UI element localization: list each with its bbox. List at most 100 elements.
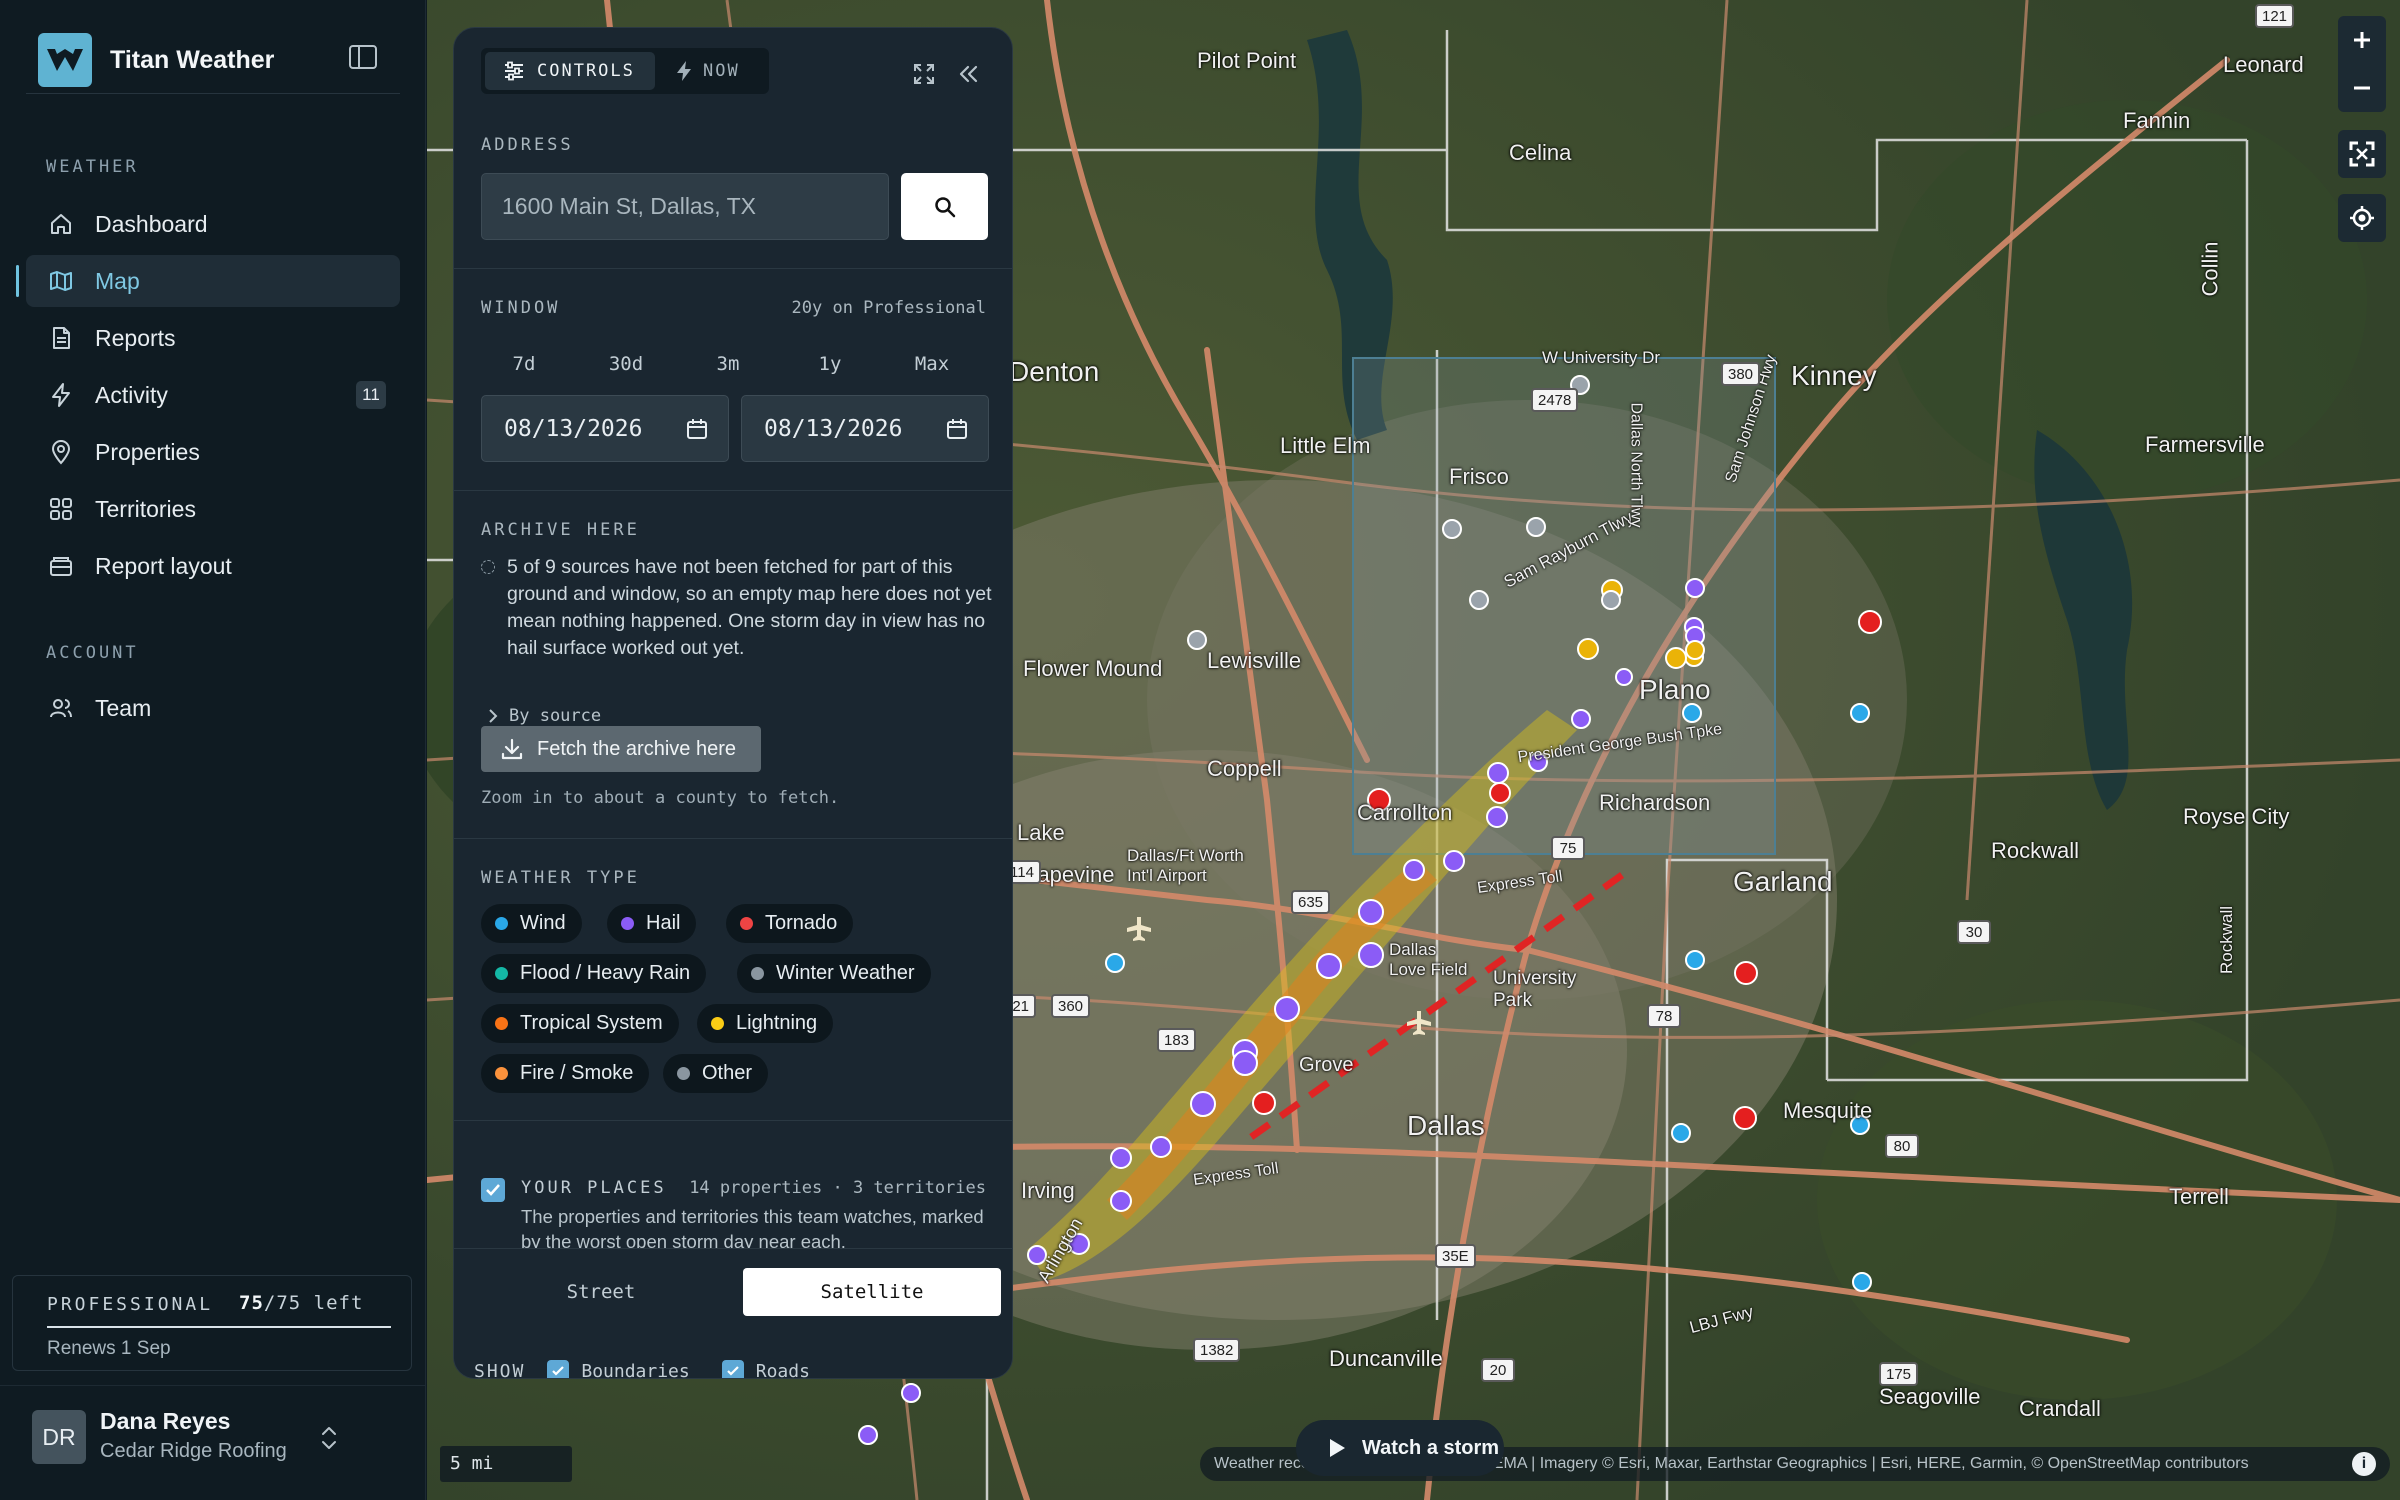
chip-wind[interactable]: Wind bbox=[481, 904, 582, 943]
weather-type-label: WEATHER TYPE bbox=[481, 868, 640, 888]
chip-label: Flood / Heavy Rain bbox=[520, 962, 691, 984]
sidebar-collapse-icon[interactable] bbox=[348, 44, 378, 70]
archive-label: ARCHIVE HERE bbox=[481, 520, 640, 540]
chip-winter-weather[interactable]: Winter Weather bbox=[737, 954, 931, 993]
place-label: Pilot Point bbox=[1197, 48, 1297, 73]
calendar-icon[interactable] bbox=[946, 418, 968, 440]
sidebar-item-team[interactable]: Team bbox=[26, 682, 400, 734]
basemap-satellite[interactable]: Satellite bbox=[743, 1268, 1001, 1316]
sidebar-item-dashboard[interactable]: Dashboard bbox=[26, 198, 400, 250]
home-icon bbox=[48, 211, 74, 237]
user-menu[interactable]: DR Dana Reyes Cedar Ridge Roofing bbox=[32, 1406, 402, 1468]
sidebar-item-report-layout[interactable]: Report layout bbox=[26, 540, 400, 592]
user-name: Dana Reyes bbox=[100, 1408, 231, 1434]
tab-now[interactable]: NOW bbox=[659, 52, 765, 90]
chip-label: Tropical System bbox=[520, 1012, 663, 1034]
chip-color-dot bbox=[740, 917, 753, 930]
controls-panel: CONTROLS NOW ADDRESS WINDOW 20y on Profe… bbox=[453, 27, 1013, 1379]
county-label: Collin bbox=[2197, 241, 2223, 297]
chip-tropical-system[interactable]: Tropical System bbox=[481, 1004, 679, 1043]
titan-logo-icon bbox=[38, 33, 92, 87]
place-label: Lake bbox=[1017, 820, 1065, 845]
plan-name: PROFESSIONAL bbox=[47, 1294, 214, 1315]
sidebar-item-label: Team bbox=[95, 694, 152, 721]
pending-status-icon bbox=[481, 560, 495, 574]
zoom-control[interactable] bbox=[2338, 16, 2386, 112]
sidebar: Titan Weather WEATHER Dashboard Map Repo… bbox=[0, 0, 426, 1500]
address-search-button[interactable] bbox=[901, 173, 988, 240]
fetch-archive-button[interactable]: Fetch the archive here bbox=[481, 726, 761, 772]
highway-shield: 183 bbox=[1157, 1028, 1197, 1052]
sidebar-item-activity[interactable]: Activity 11 bbox=[26, 369, 400, 421]
info-icon[interactable]: i bbox=[2352, 1452, 2376, 1476]
address-input[interactable] bbox=[481, 173, 889, 240]
plan-card[interactable]: PROFESSIONAL 75/75 left Renews 1 Sep bbox=[12, 1275, 412, 1371]
place-label: Lewisville bbox=[1207, 648, 1302, 673]
chip-label: Hail bbox=[646, 912, 681, 934]
start-date-field[interactable]: 08/13/2026 bbox=[481, 395, 729, 462]
chip-color-dot bbox=[677, 1067, 690, 1080]
chip-flood[interactable]: Flood / Heavy Rain bbox=[481, 954, 707, 993]
chip-lightning[interactable]: Lightning bbox=[697, 1004, 834, 1043]
chip-color-dot bbox=[751, 967, 764, 980]
sidebar-item-properties[interactable]: Properties bbox=[26, 426, 400, 478]
chip-color-dot bbox=[495, 1017, 508, 1030]
place-label: University Park bbox=[1493, 968, 1577, 1011]
watch-storm-button[interactable]: Watch a storm bbox=[1296, 1420, 1504, 1476]
chip-other[interactable]: Other bbox=[663, 1054, 769, 1093]
sidebar-item-territories[interactable]: Territories bbox=[26, 483, 400, 535]
zoom-out-icon[interactable] bbox=[2351, 64, 2373, 112]
chip-hail[interactable]: Hail bbox=[607, 904, 697, 943]
collapse-panel-icon[interactable] bbox=[954, 60, 982, 88]
window-option-3m[interactable]: 3m bbox=[688, 344, 768, 384]
window-note: 20y on Professional bbox=[791, 298, 986, 318]
avatar: DR bbox=[32, 1410, 86, 1464]
your-places-checkbox[interactable] bbox=[481, 1178, 505, 1202]
expand-icon[interactable] bbox=[910, 60, 938, 88]
archive-message: 5 of 9 sources have not been fetched for… bbox=[507, 556, 992, 659]
chip-color-dot bbox=[495, 917, 508, 930]
tab-now-label: NOW bbox=[703, 61, 740, 81]
zoom-in-icon[interactable] bbox=[2351, 16, 2373, 64]
fullscreen-icon[interactable] bbox=[2338, 130, 2386, 178]
basemap-street[interactable]: Street bbox=[481, 1268, 721, 1316]
sidebar-item-reports[interactable]: Reports bbox=[26, 312, 400, 364]
boundaries-checkbox[interactable] bbox=[547, 1360, 570, 1378]
show-layers: SHOW Boundaries Roads bbox=[474, 1360, 810, 1379]
chip-label: Other bbox=[702, 1062, 753, 1084]
locate-icon[interactable] bbox=[2338, 194, 2386, 242]
window-option-30d[interactable]: 30d bbox=[586, 344, 666, 384]
highway-shield: 75 bbox=[1551, 836, 1585, 860]
plan-usage-bar bbox=[47, 1326, 391, 1328]
panel-divider bbox=[454, 1120, 1012, 1121]
calendar-icon[interactable] bbox=[686, 418, 708, 440]
by-source-toggle[interactable]: By source bbox=[481, 706, 601, 726]
chip-tornado[interactable]: Tornado bbox=[726, 904, 854, 943]
window-option-1y[interactable]: 1y bbox=[790, 344, 870, 384]
chip-label: Tornado bbox=[765, 912, 838, 934]
panel-divider bbox=[454, 490, 1012, 491]
place-label: Duncanville bbox=[1329, 1346, 1443, 1371]
window-option-max[interactable]: Max bbox=[892, 344, 972, 384]
sidebar-item-label: Dashboard bbox=[95, 210, 208, 237]
roads-checkbox[interactable] bbox=[721, 1360, 744, 1378]
place-label: Farmersville bbox=[2145, 432, 2265, 457]
bolt-icon bbox=[48, 382, 74, 408]
show-label: SHOW bbox=[474, 1360, 526, 1379]
highway-shield: 30 bbox=[1957, 920, 1991, 944]
window-option-7d[interactable]: 7d bbox=[484, 344, 564, 384]
map-scale: 5 mi bbox=[440, 1446, 572, 1482]
brand[interactable]: Titan Weather bbox=[38, 33, 274, 87]
place-label: Richardson bbox=[1599, 790, 1711, 815]
sidebar-item-map[interactable]: Map bbox=[16, 255, 400, 307]
chip-label: Winter Weather bbox=[776, 962, 915, 984]
tab-controls[interactable]: CONTROLS bbox=[485, 52, 655, 90]
highway-shield: 78 bbox=[1647, 1004, 1681, 1028]
place-label: Rockwall bbox=[1991, 838, 2080, 863]
panel-tabs: CONTROLS NOW bbox=[481, 48, 769, 94]
chip-color-dot bbox=[711, 1017, 724, 1030]
end-date-field[interactable]: 08/13/2026 bbox=[741, 395, 989, 462]
address-label: ADDRESS bbox=[481, 135, 574, 155]
chip-fire-smoke[interactable]: Fire / Smoke bbox=[481, 1054, 650, 1093]
chevron-updown-icon[interactable] bbox=[318, 1424, 340, 1452]
